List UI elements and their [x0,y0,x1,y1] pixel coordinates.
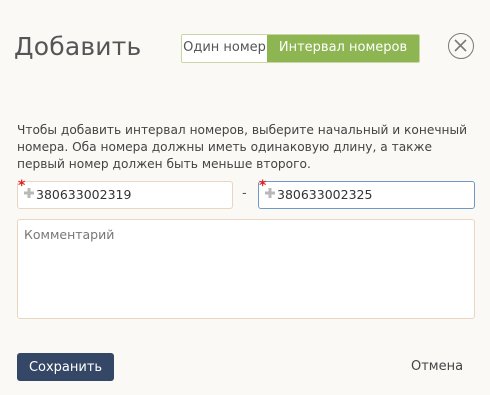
save-button[interactable]: Сохранить [17,353,114,381]
plus-icon [24,188,34,198]
range-separator: - [242,186,247,201]
close-button[interactable] [448,33,474,59]
add-number-dialog: Добавить Один номер Интервал номеров Что… [0,0,490,395]
range-start-field: * [17,179,233,209]
plus-icon [265,188,275,198]
cancel-link[interactable]: Отмена [411,359,463,374]
range-end-input[interactable] [277,182,470,208]
mode-switch: Один номер Интервал номеров [181,34,420,63]
close-icon [454,39,467,52]
number-range-tab[interactable]: Интервал номеров [267,35,419,62]
range-end-field: * [258,179,475,209]
range-start-input[interactable] [36,182,228,208]
range-instructions: Чтобы добавить интервал номеров, выберит… [17,123,468,171]
single-number-tab[interactable]: Один номер [182,35,267,62]
comment-field[interactable] [17,219,475,319]
dialog-title: Добавить [14,32,142,61]
